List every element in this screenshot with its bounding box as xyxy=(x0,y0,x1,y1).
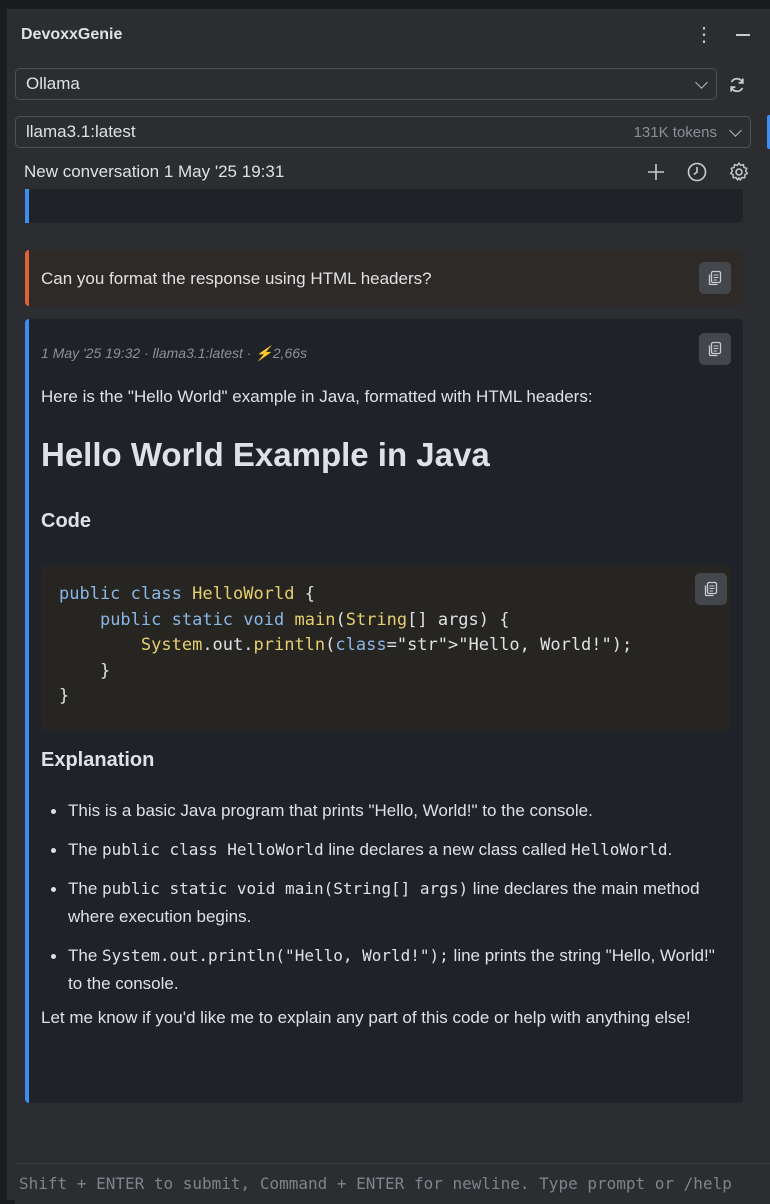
gear-icon[interactable] xyxy=(728,161,750,183)
provider-value: Ollama xyxy=(26,74,80,93)
conversation-bar: New conversation 1 May '25 19:31 xyxy=(24,159,750,185)
panel-header: DevoxxGenie ⋮ xyxy=(21,23,750,47)
assistant-message-accent xyxy=(25,319,29,1103)
code-line: public static void main(String[] args) { xyxy=(99,609,510,630)
chevron-down-icon xyxy=(729,123,742,137)
chevron-down-icon xyxy=(695,75,708,89)
code-block[interactable]: public class HelloWorld { public static … xyxy=(41,565,731,731)
code-line: } xyxy=(59,660,111,681)
model-value: llama3.1:latest xyxy=(26,122,136,141)
refresh-icon[interactable] xyxy=(727,75,747,95)
user-message-text: Can you format the response using HTML h… xyxy=(41,269,432,288)
response-intro: Here is the "Hello World" example in Jav… xyxy=(41,387,593,406)
code-heading: Code xyxy=(41,510,91,532)
message-meta: 1 May '25 19:32 · llama3.1:latest · ⚡2,6… xyxy=(41,345,308,361)
list-item: The System.out.println("Hello, World!");… xyxy=(41,942,731,998)
history-icon[interactable] xyxy=(686,161,708,183)
response-heading: Hello World Example in Java xyxy=(41,436,490,473)
user-message: Can you format the response using HTML h… xyxy=(25,250,743,306)
code-line: } xyxy=(59,686,70,706)
model-select[interactable]: llama3.1:latest 131K tokens xyxy=(15,116,751,148)
conversation-title: New conversation 1 May '25 19:31 xyxy=(24,162,285,181)
copy-code-button[interactable] xyxy=(695,573,727,605)
copy-icon xyxy=(708,270,722,286)
app-title: DevoxxGenie xyxy=(21,26,123,43)
copy-icon xyxy=(708,341,722,357)
list-item: The public class HelloWorld line declare… xyxy=(41,836,731,864)
copy-icon xyxy=(704,581,718,597)
copy-button[interactable] xyxy=(699,262,731,294)
provider-select[interactable]: Ollama xyxy=(15,68,717,100)
token-count: 131K tokens xyxy=(633,123,717,141)
user-message-accent xyxy=(25,250,29,306)
code-content: public class HelloWorld { public static … xyxy=(59,582,632,710)
minimize-icon[interactable] xyxy=(736,34,750,36)
response-outro: Let me know if you'd like me to explain … xyxy=(41,1008,691,1027)
explanation-list: This is a basic Java program that prints… xyxy=(41,797,731,1009)
devoxxgenie-panel: DevoxxGenie ⋮ Ollama llama3.1:latest 131… xyxy=(6,8,770,1204)
list-item: The public static void main(String[] arg… xyxy=(41,875,731,931)
prompt-input-area[interactable] xyxy=(15,1163,770,1204)
assistant-message: 1 May '25 19:32 · llama3.1:latest · ⚡2,6… xyxy=(25,319,743,1103)
more-vertical-icon[interactable]: ⋮ xyxy=(694,25,714,45)
plus-icon[interactable] xyxy=(646,162,666,182)
previous-message xyxy=(25,189,743,223)
prompt-input[interactable] xyxy=(15,1164,770,1202)
list-item: This is a basic Java program that prints… xyxy=(41,797,731,825)
code-line: public class HelloWorld { xyxy=(59,584,315,604)
code-line: System.out.println(class="str">"Hello, W… xyxy=(140,635,633,655)
explanation-heading: Explanation xyxy=(41,749,155,771)
copy-button[interactable] xyxy=(699,333,731,365)
